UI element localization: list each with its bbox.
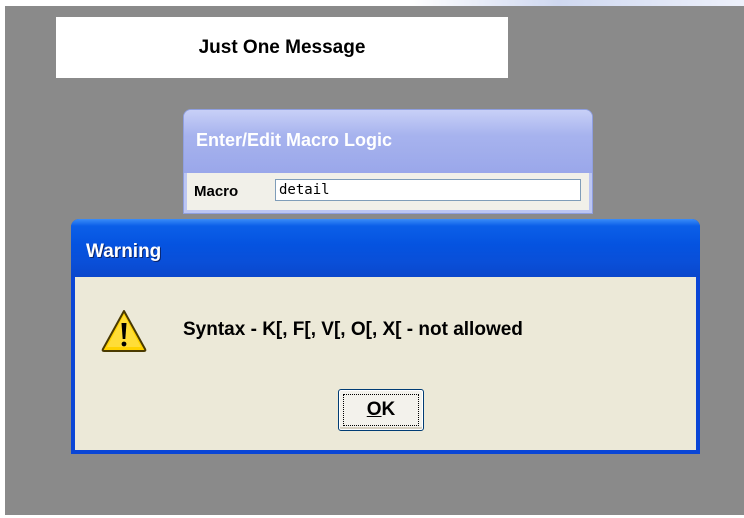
macro-window: Enter/Edit Macro Logic Macro detail <box>183 109 593 214</box>
ok-button-mnemonic: O <box>366 399 382 420</box>
ok-button[interactable]: OK <box>338 389 424 431</box>
macro-input[interactable]: detail <box>275 179 581 201</box>
ok-button-label-rest: K <box>381 399 396 420</box>
warning-dialog: Warning Syntax - K[, F[, V[, O[, X[ - no… <box>71 219 700 454</box>
macro-field-label: Macro <box>194 183 239 200</box>
desktop-background: Just One Message Enter/Edit Macro Logic … <box>5 6 744 515</box>
macro-window-body: Macro detail <box>187 173 589 210</box>
ok-button-label: OK <box>367 399 396 421</box>
macro-window-titlebar[interactable]: Enter/Edit Macro Logic <box>184 110 592 173</box>
warning-dialog-titlebar[interactable]: Warning <box>71 219 700 277</box>
warning-icon <box>101 310 147 352</box>
warning-dialog-title: Warning <box>86 241 162 262</box>
macro-window-title: Enter/Edit Macro Logic <box>196 130 393 150</box>
message-panel-text: Just One Message <box>198 36 366 58</box>
warning-dialog-body: Syntax - K[, F[, V[, O[, X[ - not allowe… <box>75 277 696 450</box>
warning-message: Syntax - K[, F[, V[, O[, X[ - not allowe… <box>183 319 523 340</box>
message-panel: Just One Message <box>56 17 508 78</box>
